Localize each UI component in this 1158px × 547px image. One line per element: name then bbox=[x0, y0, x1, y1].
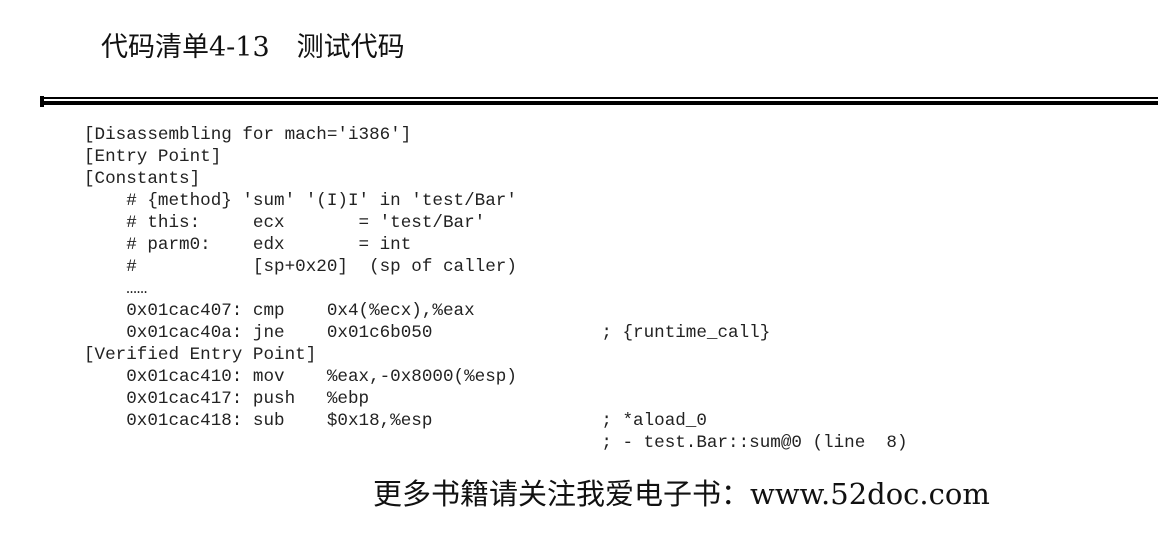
footer-promo-text: 更多书籍请关注我爱电子书：www.52doc.com bbox=[373, 477, 990, 511]
code-line: ; - test.Bar::sum@0 (line 8) bbox=[84, 433, 908, 453]
code-line: [Disassembling for mach='i386'] bbox=[84, 125, 412, 145]
code-line: 0x01cac418: sub $0x18,%esp ; *aload_0 bbox=[84, 411, 707, 431]
code-line: [Entry Point] bbox=[84, 147, 222, 167]
code-line: …… bbox=[84, 279, 148, 299]
code-line: [Verified Entry Point] bbox=[84, 345, 317, 365]
code-line: # parm0: edx = int bbox=[84, 235, 412, 255]
separator-rule-thick bbox=[40, 101, 1158, 105]
code-line: # this: ecx = 'test/Bar' bbox=[84, 213, 486, 233]
separator-rule-cap bbox=[40, 96, 44, 107]
code-line: 0x01cac40a: jne 0x01c6b050 ; {runtime_ca… bbox=[84, 323, 771, 343]
code-line: 0x01cac417: push %ebp bbox=[84, 389, 370, 409]
code-line: 0x01cac407: cmp 0x4(%ecx),%eax bbox=[84, 301, 475, 321]
code-line: # {method} 'sum' '(I)I' in 'test/Bar' bbox=[84, 191, 517, 211]
code-listing: [Disassembling for mach='i386'] [Entry P… bbox=[84, 124, 908, 454]
code-line: # [sp+0x20] (sp of caller) bbox=[84, 257, 517, 277]
code-line: [Constants] bbox=[84, 169, 201, 189]
listing-title: 代码清单4-13 测试代码 bbox=[101, 32, 405, 63]
code-line: 0x01cac410: mov %eax,-0x8000(%esp) bbox=[84, 367, 517, 387]
separator-rule-thin bbox=[40, 97, 1158, 99]
